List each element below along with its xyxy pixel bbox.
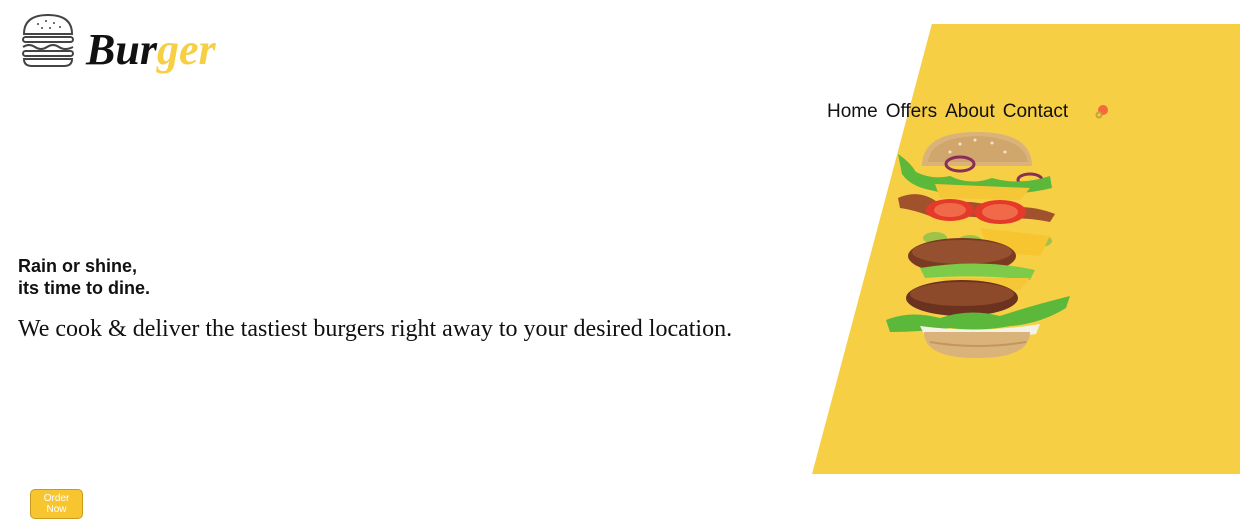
burger-logo-icon	[20, 12, 76, 68]
brand-name-part2: ger	[156, 25, 216, 74]
main-nav: Home Offers About Contact	[827, 101, 1112, 123]
stacked-burger-illustration	[880, 128, 1080, 368]
nav-item-contact[interactable]: Contact	[1003, 101, 1068, 123]
brand-logo[interactable]: Burger	[20, 12, 216, 72]
order-now-button[interactable]: Order Now	[30, 489, 83, 519]
nav-item-about[interactable]: About	[945, 101, 995, 123]
brand-name: Burger	[86, 28, 216, 72]
nav-item-home[interactable]: Home	[827, 101, 878, 123]
hero-tagline: Rain or shine, its time to dine.	[18, 255, 732, 299]
hero-tagline-line1: Rain or shine,	[18, 256, 138, 276]
brand-name-part1: Bur	[86, 25, 157, 74]
hero-text-block: Rain or shine, its time to dine. We cook …	[18, 255, 732, 343]
hero-tagline-line2: its time to dine.	[18, 278, 151, 298]
hero-description: We cook & deliver the tastiest burgers r…	[18, 316, 733, 342]
nav-item-offers[interactable]: Offers	[886, 101, 937, 123]
cart-icon[interactable]	[1092, 102, 1112, 122]
